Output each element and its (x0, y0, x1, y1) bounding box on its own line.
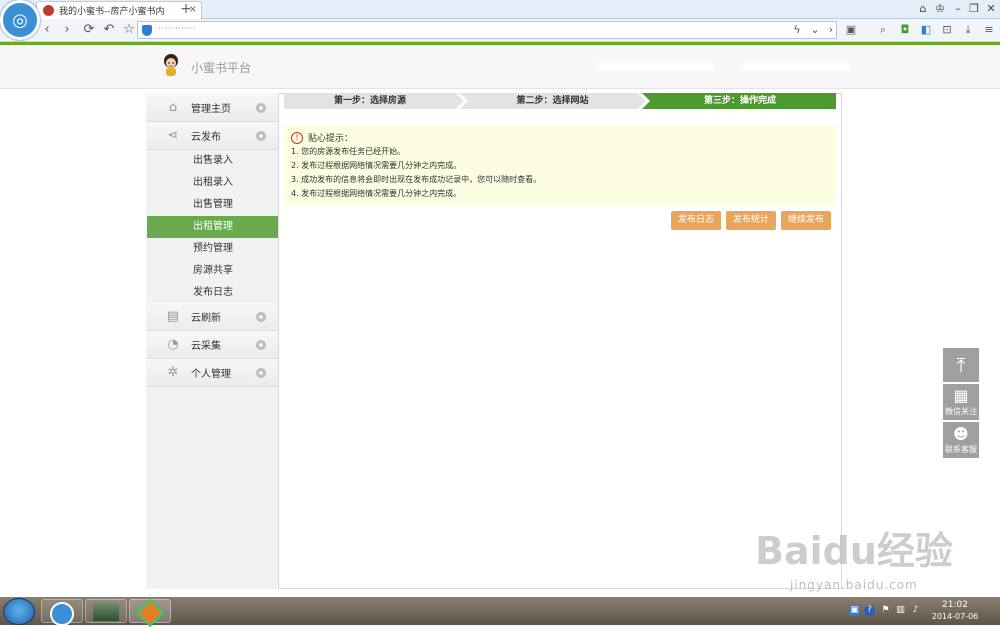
blue-ext-icon[interactable]: ◧ (917, 21, 935, 39)
skin-icon[interactable]: ♔ (932, 1, 948, 17)
tab-title: 我的小蜜书--房产小蜜书内 (59, 7, 165, 17)
clock-date[interactable]: 2014-07-06 (930, 612, 980, 621)
taskbar-photo-icon[interactable] (85, 599, 127, 623)
mascot-logo-icon (164, 54, 178, 76)
sidebar-item-rent-manage[interactable]: 出租管理 (147, 216, 278, 238)
sidebar-item-sale-manage[interactable]: 出售管理 (147, 194, 278, 216)
step-2-label: 第二步：选择网站 (516, 96, 589, 106)
expand-toggle-icon[interactable] (256, 103, 266, 113)
expand-toggle-icon[interactable] (256, 340, 266, 350)
publish-log-button[interactable]: 发布日志 (671, 211, 721, 230)
redacted-user-info (595, 62, 715, 70)
refresh-icon[interactable]: ⟳ (80, 21, 98, 39)
undo-icon[interactable]: ↶ (100, 21, 118, 39)
sidebar-item-listing-share[interactable]: 房源共享 (147, 260, 278, 282)
sidebar-group-personal[interactable]: ✲ 个人管理 (147, 359, 278, 387)
sidebar-group-cloud-publish[interactable]: ⋖ 云发布 (147, 122, 278, 150)
redacted-account-info (740, 62, 850, 70)
sidebar-group-cloud-collect[interactable]: ◔ 云采集 (147, 331, 278, 359)
sidebar-group-home[interactable]: ⌂ 管理主页 (147, 94, 278, 122)
download-icon[interactable]: ⤓ (959, 21, 977, 39)
sidebar-group-label: 个人管理 (191, 369, 231, 380)
back-to-top-button[interactable]: ⤒ (943, 348, 979, 382)
address-bar[interactable]: ············· (137, 21, 837, 39)
menu-icon[interactable]: ≡ (980, 21, 998, 39)
restore-icon[interactable]: ❐ (966, 1, 982, 17)
expand-toggle-icon[interactable] (256, 131, 266, 141)
continue-publish-button[interactable]: 继续发布 (781, 211, 831, 230)
address-text: ············· (158, 24, 196, 34)
tips-title-text: 贴心提示： (308, 134, 354, 144)
lightning-icon[interactable]: ϟ (788, 21, 806, 39)
start-button[interactable] (3, 598, 35, 625)
sidebar-group-label: 管理主页 (191, 104, 231, 115)
forward-icon[interactable]: › (58, 21, 76, 39)
tray-network-icon[interactable]: ▥ (895, 605, 906, 616)
step-1-label: 第一步：选择房源 (333, 96, 406, 106)
share-icon: ⋖ (167, 127, 179, 143)
green-ext-icon[interactable]: ◘ (896, 21, 914, 39)
site-header (0, 45, 1000, 89)
taskbar-app-icon[interactable] (129, 598, 171, 627)
service-label: 联系客服 (945, 445, 977, 454)
home-icon: ⌂ (168, 99, 178, 115)
contact-service-button[interactable]: ☻ 联系客服 (943, 422, 979, 458)
tip-line-2: 2. 发布过程根据网络情况需要几分钟之内完成。 (291, 161, 462, 170)
back-icon[interactable]: ‹ (38, 21, 56, 39)
sidebar-item-rent-entry[interactable]: 出租录入 (147, 172, 278, 194)
new-tab-button[interactable]: + (178, 2, 194, 18)
search-engine-icon[interactable]: ▣ (842, 21, 860, 39)
publish-stats-button[interactable]: 发布统计 (726, 211, 776, 230)
baidu-watermark-url: jingyan.baidu.com (790, 578, 918, 592)
minimize-icon[interactable]: – (950, 1, 966, 17)
sidebar-item-publish-log[interactable]: 发布日志 (147, 282, 278, 304)
sidebar-group-label: 云刷新 (191, 313, 221, 324)
qq-penguin-icon: ☻ (953, 425, 969, 443)
wechat-follow-button[interactable]: ▦ 微信关注 (943, 384, 979, 420)
browser-logo-icon[interactable]: ◎ (0, 0, 40, 40)
favorite-star-icon[interactable]: ☆ (120, 21, 138, 39)
close-window-icon[interactable]: ✕ (983, 1, 999, 17)
step-3-label: 第三步：操作完成 (703, 96, 776, 106)
sidebar-group-label: 云采集 (191, 341, 221, 352)
sidebar-group-cloud-refresh[interactable]: ▤ 云刷新 (147, 303, 278, 331)
bookmark-icon[interactable]: ⊡ (938, 21, 956, 39)
tray-volume-icon[interactable]: ♪ (910, 605, 921, 616)
site-name: 小蜜书平台 (191, 61, 252, 75)
pie-icon: ◔ (167, 336, 179, 352)
favicon-icon (43, 5, 54, 16)
tray-ime-icon[interactable]: ▣ (849, 605, 860, 616)
qr-code-icon: ▦ (953, 386, 969, 405)
clock-time[interactable]: 21:02 (935, 600, 975, 610)
search-icon[interactable]: ⌕ (874, 21, 892, 39)
sidebar-item-sale-entry[interactable]: 出售录入 (147, 150, 278, 172)
next-chevron-icon[interactable]: › (822, 21, 840, 39)
tips-title: ! 贴心提示： (291, 131, 353, 144)
security-shield-icon (142, 25, 152, 36)
tip-line-1: 1. 您的房源发布任务已经开始。 (291, 147, 406, 156)
taskbar-browser-icon[interactable] (41, 599, 83, 626)
arrow-up-icon: ⤒ (956, 353, 966, 377)
tip-line-4: 4. 发布过程根据网络情况需要几分钟之内完成。 (291, 189, 462, 198)
sidebar-group-label: 云发布 (191, 132, 221, 143)
printer-icon: ▤ (166, 308, 180, 324)
tray-flag-icon[interactable]: ⚑ (880, 605, 891, 616)
sidebar-item-appointment[interactable]: 预约管理 (147, 238, 278, 260)
gear-icon: ✲ (167, 364, 179, 380)
expand-toggle-icon[interactable] (256, 312, 266, 322)
lock-icon[interactable]: ⌂ (915, 1, 931, 17)
warning-icon: ! (291, 131, 303, 144)
tip-line-3: 3. 成功发布的信息将会即时出现在发布成功记录中，您可以随时查看。 (291, 175, 542, 184)
wechat-label: 微信关注 (945, 407, 977, 416)
expand-toggle-icon[interactable] (256, 368, 266, 378)
tray-help-icon[interactable]: ? (864, 605, 875, 616)
